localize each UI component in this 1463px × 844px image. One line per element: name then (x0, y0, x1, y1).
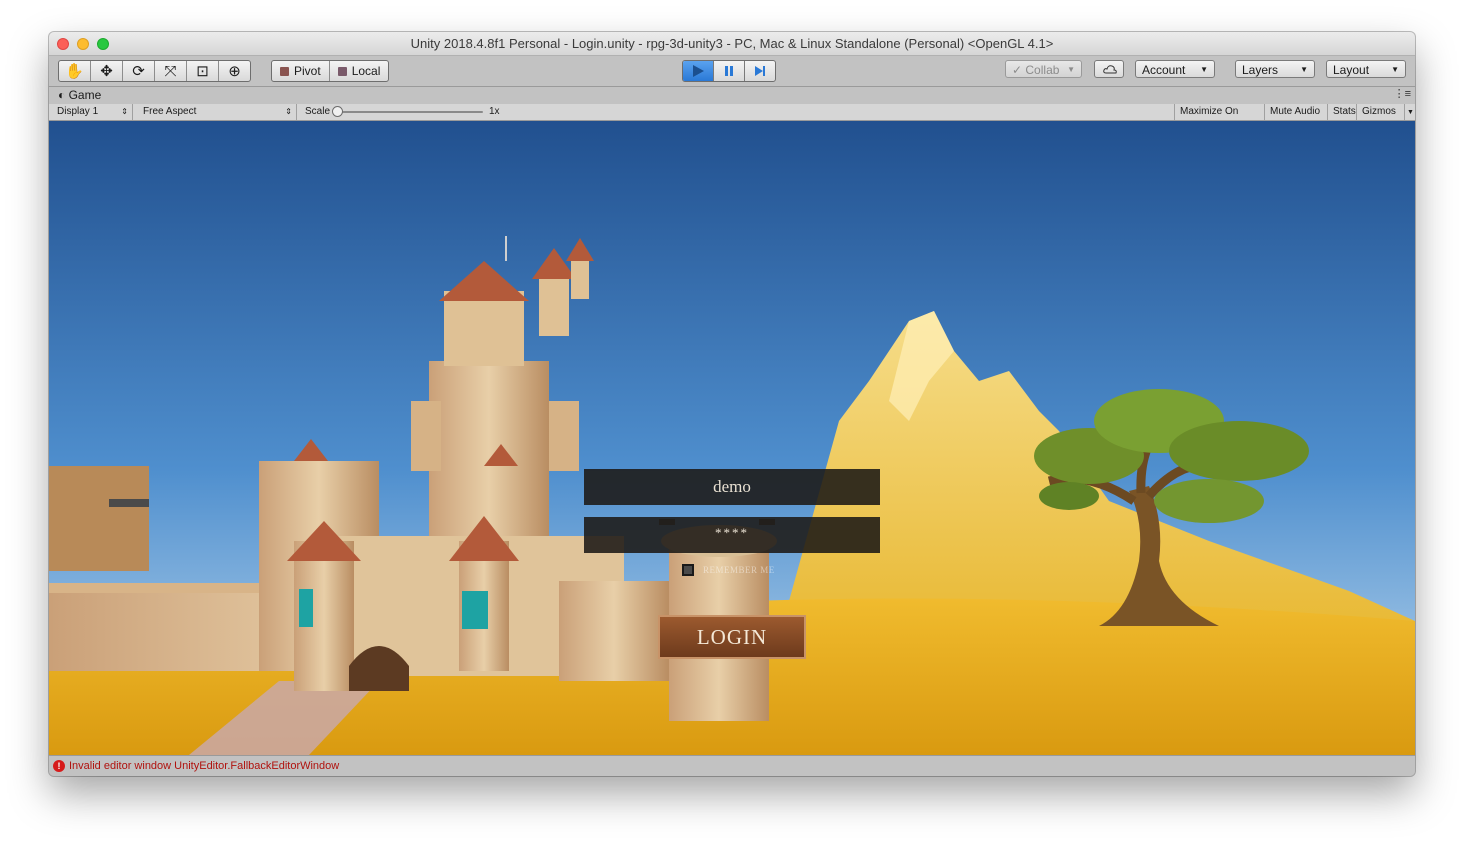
login-button[interactable]: LOGIN (658, 615, 806, 659)
scale-tool-button[interactable]: ⤧ (155, 61, 187, 81)
step-icon (755, 66, 765, 76)
display-label: Display 1 (57, 106, 99, 117)
move-icon: ✥ (100, 63, 113, 80)
remember-me-label: REMEMBER ME (703, 565, 775, 575)
unity-editor-window: Unity 2018.4.8f1 Personal - Login.unity … (49, 32, 1415, 776)
pause-icon (725, 66, 733, 76)
error-icon: ! (53, 760, 65, 772)
pause-button[interactable] (714, 61, 745, 81)
pivot-button[interactable]: Pivot (272, 61, 330, 81)
chevron-down-icon: ▼ (1391, 65, 1399, 74)
move-tool-button[interactable]: ✥ (91, 61, 123, 81)
transform-tool-button[interactable]: ⊕ (219, 61, 250, 81)
collab-label: Collab (1025, 63, 1060, 77)
pivot-icon (280, 66, 289, 76)
account-label: Account (1142, 63, 1186, 77)
updown-icon: ⇕ (121, 107, 128, 116)
game-viewport[interactable]: demo **** REMEMBER ME LOGIN (49, 121, 1415, 755)
chevron-down-icon: ▼ (1200, 65, 1208, 74)
rect-icon: ⊡ (196, 63, 209, 80)
game-view-icon: ◐ (58, 88, 66, 102)
window-title: Unity 2018.4.8f1 Personal - Login.unity … (410, 36, 1054, 51)
updown-icon: ⇕ (285, 107, 292, 116)
main-toolbar: ✋ ✥ ⟳ ⤧ ⊡ ⊕ Pivot Local ✓ Collab ▼ Accou… (49, 56, 1415, 87)
status-message[interactable]: Invalid editor window UnityEditor.Fallba… (69, 756, 339, 776)
scale-icon: ⤧ (164, 62, 177, 80)
account-dropdown[interactable]: Account ▼ (1135, 60, 1215, 78)
transform-icon: ⊕ (228, 63, 241, 80)
local-icon (337, 66, 347, 76)
hand-tool-button[interactable]: ✋ (59, 61, 91, 81)
layers-label: Layers (1242, 63, 1279, 77)
username-field[interactable]: demo (584, 469, 880, 505)
rotate-tool-button[interactable]: ⟳ (123, 61, 155, 81)
tab-menu-icon[interactable]: ⋮≡ (1394, 87, 1411, 100)
status-bar: ! Invalid editor window UnityEditor.Fall… (49, 755, 1415, 776)
stats-toggle[interactable]: Stats (1327, 104, 1356, 120)
scale-slider-thumb[interactable] (332, 106, 343, 117)
layout-dropdown[interactable]: Layout ▼ (1326, 60, 1406, 78)
local-label: Local (351, 64, 381, 78)
remember-me-checkbox[interactable] (682, 564, 694, 576)
pivot-local-toggle: Pivot Local (271, 60, 390, 82)
hand-icon: ✋ (65, 63, 84, 80)
tab-bar: ◐ Game ⋮≡ (49, 87, 1415, 105)
playmode-controls (682, 60, 776, 82)
rect-tool-button[interactable]: ⊡ (187, 61, 219, 81)
cloud-button[interactable] (1094, 60, 1124, 78)
scale-slider-track[interactable] (337, 111, 483, 113)
gizmos-toggle[interactable]: Gizmos (1356, 104, 1404, 120)
remember-me-toggle[interactable]: REMEMBER ME (682, 561, 775, 579)
game-tab-label: Game (68, 88, 102, 102)
collab-dropdown[interactable]: ✓ Collab ▼ (1005, 60, 1082, 78)
game-scene (49, 121, 1415, 755)
close-window-button[interactable] (57, 38, 69, 50)
display-dropdown[interactable]: Display 1 ⇕ (51, 104, 133, 120)
minimize-window-button[interactable] (77, 38, 89, 50)
mute-audio-toggle[interactable]: Mute Audio (1264, 104, 1327, 120)
scale-value: 1x (489, 106, 500, 117)
aspect-dropdown[interactable]: Free Aspect ⇕ (137, 104, 297, 120)
check-icon: ✓ (1012, 63, 1026, 77)
maximize-window-button[interactable] (97, 38, 109, 50)
pivot-label: Pivot (294, 64, 321, 78)
password-field[interactable]: **** (584, 517, 880, 553)
layers-dropdown[interactable]: Layers ▼ (1235, 60, 1315, 78)
title-bar: Unity 2018.4.8f1 Personal - Login.unity … (49, 32, 1415, 56)
aspect-label: Free Aspect (143, 106, 197, 117)
scale-label: Scale (305, 106, 331, 117)
maximize-on-play-toggle[interactable]: Maximize On Play (1174, 104, 1264, 133)
chevron-down-icon: ▼ (1300, 65, 1308, 74)
chevron-down-icon: ▼ (1067, 65, 1075, 74)
play-button[interactable] (683, 61, 714, 81)
transform-tools: ✋ ✥ ⟳ ⤧ ⊡ ⊕ (58, 60, 251, 82)
cloud-icon (1103, 65, 1117, 74)
chevron-down-icon: ▼ (1407, 109, 1414, 116)
step-button[interactable] (745, 61, 775, 81)
game-view-toolbar: Display 1 ⇕ Free Aspect ⇕ Scale 1x Maxim… (49, 104, 1415, 133)
play-icon (693, 65, 704, 77)
gizmos-dropdown[interactable]: ▼ (1404, 104, 1415, 120)
tab-game[interactable]: ◐ Game (58, 88, 101, 103)
local-button[interactable]: Local (330, 61, 389, 81)
rotate-icon: ⟳ (132, 63, 145, 80)
layout-label: Layout (1333, 63, 1370, 77)
